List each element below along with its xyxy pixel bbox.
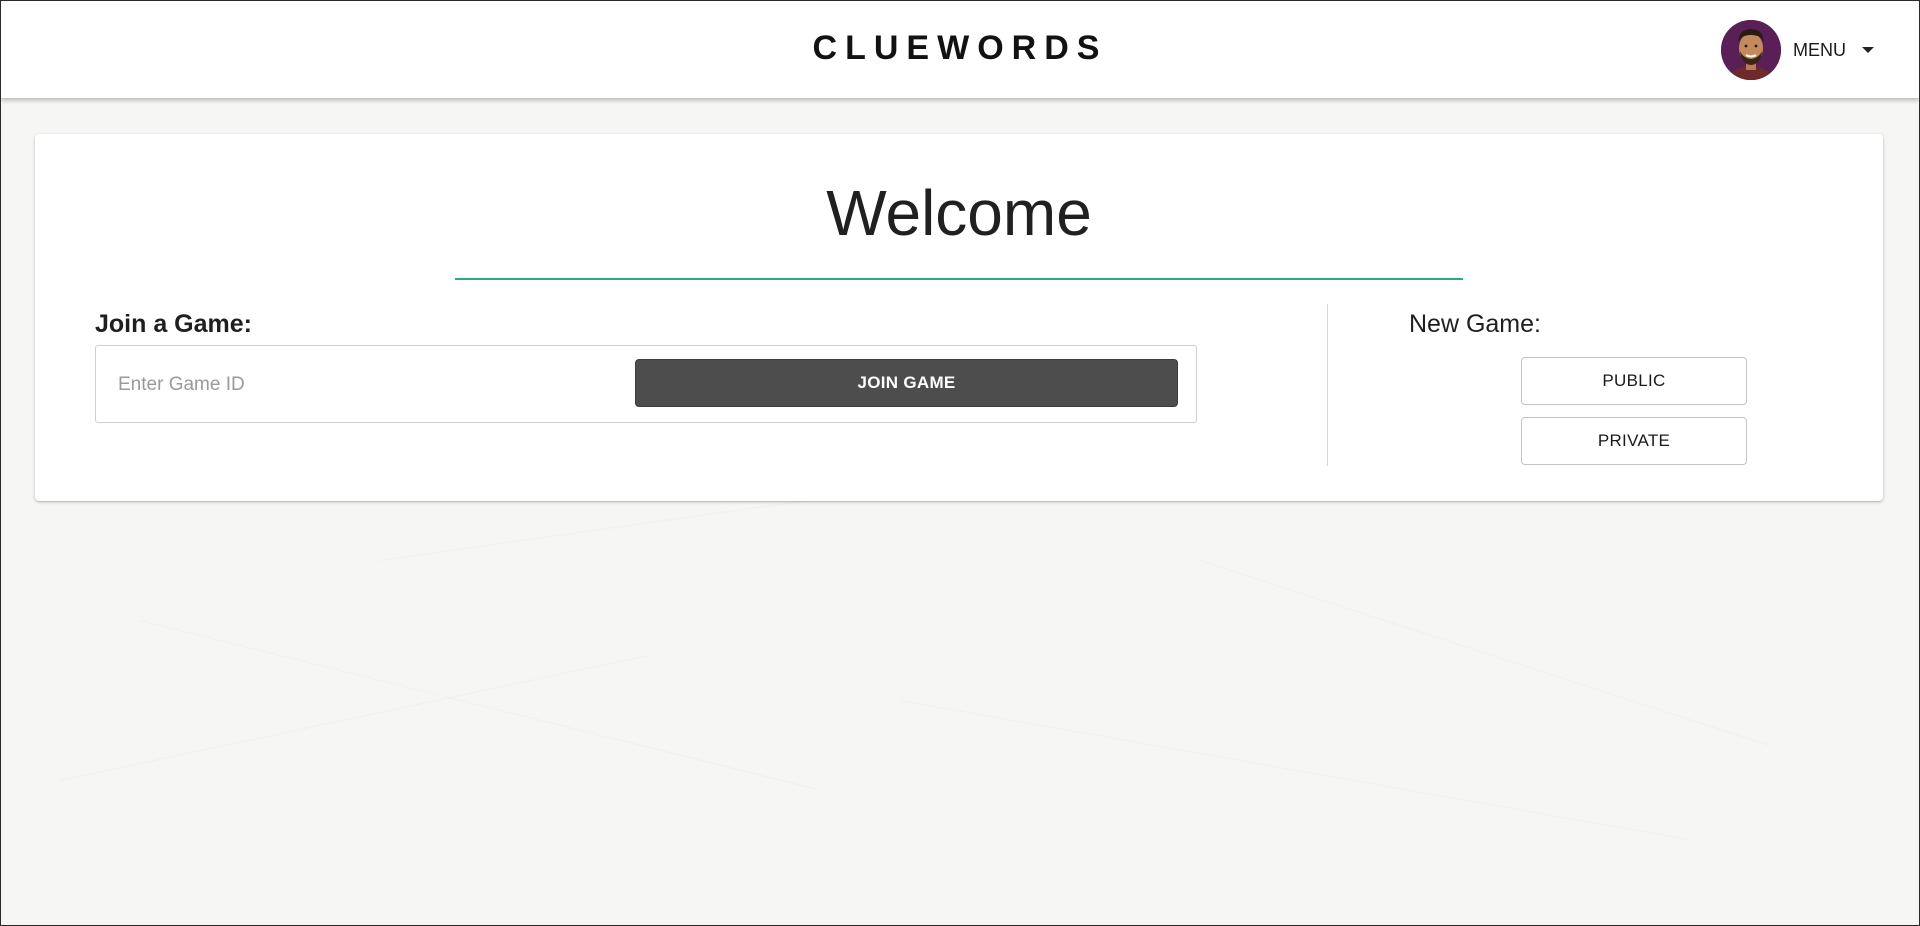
page-title: Welcome [826, 177, 1092, 249]
join-game-heading: Join a Game: [95, 310, 252, 338]
top-app-bar: CLUEWORDS MENU [0, 0, 1920, 98]
game-id-input[interactable] [116, 366, 620, 404]
private-game-button[interactable]: PRIVATE [1521, 417, 1747, 465]
title-underline [455, 278, 1463, 280]
chevron-down-icon[interactable] [1862, 47, 1874, 53]
brand-title: CLUEWORDS [812, 29, 1108, 67]
user-avatar-icon [1721, 20, 1781, 80]
join-game-form: JOIN GAME [95, 345, 1197, 423]
public-game-button[interactable]: PUBLIC [1521, 357, 1747, 405]
join-game-button[interactable]: JOIN GAME [635, 359, 1178, 407]
new-game-heading: New Game: [1409, 310, 1541, 338]
user-menu-button[interactable]: MENU [1721, 20, 1874, 80]
menu-label[interactable]: MENU [1793, 40, 1846, 61]
welcome-card: Welcome Join a Game: JOIN GAME New Game:… [35, 134, 1883, 501]
avatar[interactable] [1721, 20, 1781, 80]
section-divider [1327, 304, 1328, 466]
